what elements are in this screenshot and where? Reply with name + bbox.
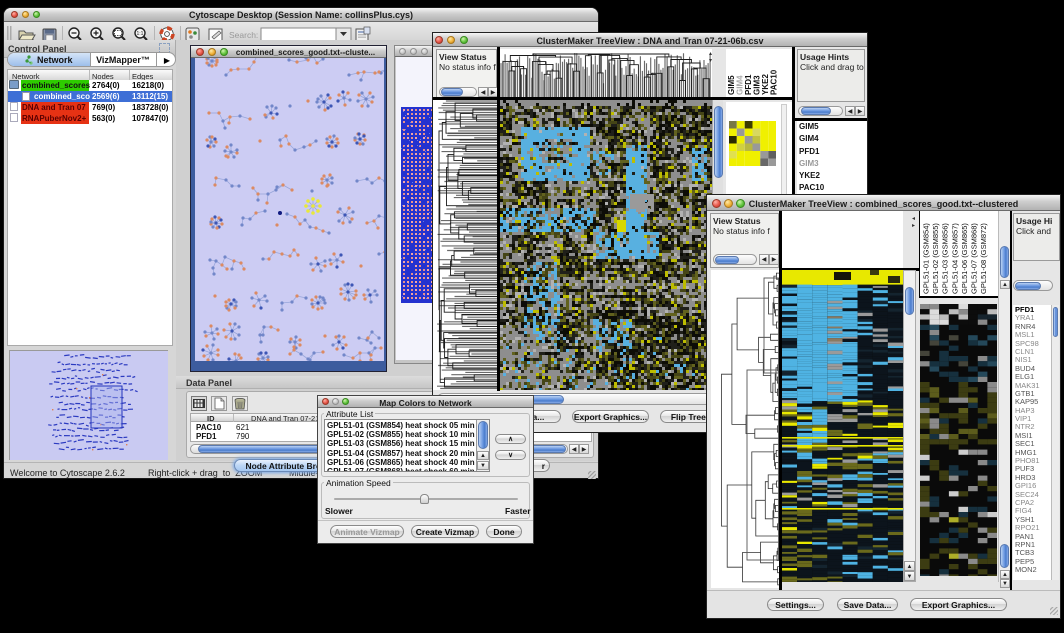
svg-text:GPL51-02 (GSM855): GPL51-02 (GSM855) <box>931 223 940 294</box>
svg-text:GPL51-07 (GSM868): GPL51-07 (GSM868) <box>970 223 979 294</box>
svg-text:GPL51-08 (GSM872): GPL51-08 (GSM872) <box>979 223 988 294</box>
svg-text:GPL51-01 (GSM854): GPL51-01 (GSM854) <box>922 223 931 294</box>
svg-text:1:1: 1:1 <box>137 31 144 37</box>
svg-text:GPL51-03 (GSM856): GPL51-03 (GSM856) <box>941 223 950 294</box>
svg-text:GPL51-06 (GSM865): GPL51-06 (GSM865) <box>960 223 969 294</box>
svg-text:Search:: Search: <box>229 30 258 40</box>
svg-text:PAC10: PAC10 <box>770 69 779 95</box>
svg-text:GPL51-04 (GSM857): GPL51-04 (GSM857) <box>950 223 959 294</box>
